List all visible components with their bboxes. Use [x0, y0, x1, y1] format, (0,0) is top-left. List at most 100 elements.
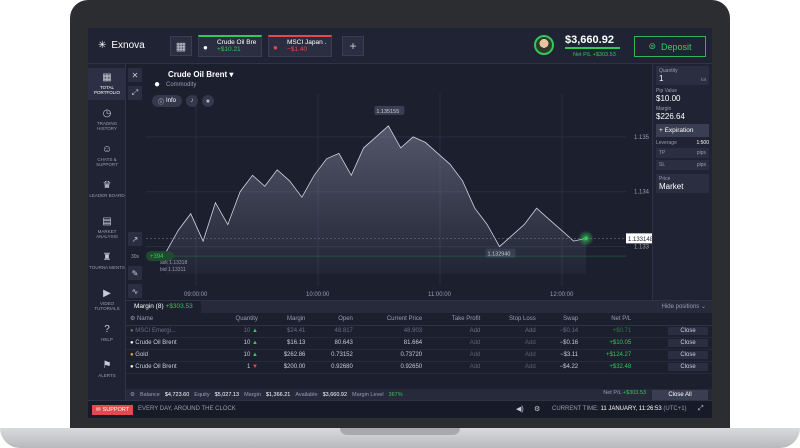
summary-level: 367% [388, 392, 403, 398]
position-pl: +$124.27 [582, 349, 636, 362]
expand-chart-button[interactable]: ⤢ [128, 86, 142, 100]
timeframe-button[interactable]: 30s [128, 250, 142, 264]
top-bar: ✳ Exnova ▦ ● Crude Oil Bre... +$10.21 ● … [88, 28, 712, 64]
support-button[interactable]: ✉ SUPPORT [92, 405, 134, 415]
time-label: CURRENT TIME: [552, 406, 599, 412]
settings-icon[interactable]: ⚙ [130, 392, 135, 398]
sidebar-item-label: VIDEO TUTORIALS [94, 301, 120, 311]
summary-available: $3,660.92 [322, 392, 348, 398]
sound-icon[interactable]: ◀) [516, 405, 524, 413]
net-pl: Net P/L +$303.53 [573, 52, 616, 58]
sidebar-item-help[interactable]: ? HELP [88, 320, 126, 352]
table-row[interactable]: ● Gold 10 ▲ $262.86 0.73152 0.73720 Add Add −$3… [126, 349, 712, 362]
position-name-label: Crude Oil Brent [135, 340, 177, 346]
close-all-button[interactable]: Close All [652, 390, 708, 400]
indicators-button[interactable]: ↗ [128, 232, 142, 246]
sidebar-item-portfolio[interactable]: ▦ TOTAL PORTFOLIO [88, 68, 126, 100]
position-swap: −$0.14 [539, 325, 583, 338]
summary-available-label: Available [295, 392, 318, 398]
close-cell: Close [635, 325, 712, 338]
sidebar-item-history[interactable]: ◷ TRADING HISTORY [88, 104, 126, 136]
close-position-button[interactable]: Close [668, 351, 708, 359]
logo[interactable]: ✳ Exnova [98, 40, 145, 51]
tab-margin-pl: +$303.53 [165, 303, 193, 310]
close-cell: Close [635, 361, 712, 374]
extreme-marker-label: 1.132940 [488, 252, 511, 258]
price-type-select[interactable]: Price Market [656, 174, 709, 193]
quantity-unit: lot [701, 77, 706, 82]
chevron-down-icon: ▾ [229, 70, 234, 79]
chat-icon: ☺ [101, 144, 113, 155]
avatar[interactable] [534, 35, 554, 55]
draw-button[interactable]: ✎ [128, 266, 142, 280]
laptop-notch [340, 428, 460, 435]
asset-tab-crude-oil[interactable]: ● Crude Oil Bre... +$10.21 [198, 35, 262, 57]
position-name: ● Gold [126, 349, 214, 362]
asset-tab-msci-japan[interactable]: ● MSCI Japan ... −$1.40 [268, 35, 332, 57]
stop-loss-field[interactable]: SL pips [656, 160, 709, 170]
x-tick-label: 12:00:00 [550, 292, 574, 298]
expiration-button[interactable]: + Expiration [656, 124, 709, 137]
close-chart-button[interactable]: ✕ [128, 68, 142, 82]
app-screen: ✳ Exnova ▦ ● Crude Oil Bre... +$10.21 ● … [88, 28, 712, 418]
sl-unit: pips [696, 162, 706, 168]
summary-net-value: +$303.53 [622, 390, 646, 396]
table-row[interactable]: ● Crude Oil Brent 1 ▼ $200.00 0.92680 0.9265… [126, 361, 712, 374]
sidebar-item-leaderboard[interactable]: ♛ LEADER BOARD [88, 176, 126, 208]
footer: ✉ SUPPORT EVERY DAY, AROUND THE CLOCK ◀) … [88, 400, 712, 418]
summary-equity-label: Equity [194, 392, 210, 398]
y-tick-label: 1.134 [634, 190, 650, 196]
take-profit-field[interactable]: TP pips [656, 148, 709, 158]
chart-type-button[interactable]: ∿ [128, 284, 142, 298]
add-asset-button[interactable]: + [342, 36, 364, 56]
japan-flag-icon: ● [273, 43, 278, 52]
add-stop-loss[interactable]: Add [484, 325, 540, 338]
info-icon: ⓘ [157, 99, 164, 106]
position-quantity: 1 ▼ [213, 361, 262, 374]
asset-selector[interactable]: Crude Oil Brent ▾ [168, 70, 233, 79]
summary-net-label: Net P/L [603, 390, 622, 396]
sidebar-item-chat[interactable]: ☺ CHATS & SUPPORT [88, 140, 126, 172]
chat-icon: ✉ [96, 407, 101, 413]
deposit-button[interactable]: ⊜ Deposit [634, 36, 706, 57]
sidebar-item-tournaments[interactable]: ♜ TOURNA MENTS [88, 248, 126, 280]
column-header: Net P/L [582, 313, 636, 326]
sidebar-item-video[interactable]: ▶ VIDEO TUTORIALS [88, 284, 126, 316]
position-name: ● MSCI Emergi... [126, 325, 214, 338]
add-stop-loss[interactable]: Add [484, 361, 540, 374]
add-take-profit[interactable]: Add [426, 349, 485, 362]
info-button[interactable]: ⓘ Info [152, 95, 182, 107]
add-stop-loss[interactable]: Add [484, 337, 540, 350]
account-balance[interactable]: $3,660.92 [565, 34, 614, 46]
hide-positions-button[interactable]: Hide positions ⌄ [662, 303, 706, 310]
table-row[interactable]: ● MSCI Emergi... 10 ▲ $24.41 48.817 48.903 Ad… [126, 325, 712, 338]
quantity-field[interactable]: Quantity 1 lot [656, 66, 709, 85]
fullscreen-icon[interactable]: ⤢ [698, 405, 704, 413]
position-quantity: 10 ▲ [213, 349, 262, 362]
star-icon: ★ [205, 98, 211, 105]
close-position-button[interactable]: Close [668, 363, 708, 371]
info-label: Info [166, 98, 177, 104]
tab-margin[interactable]: Margin (8) +$303.53 [126, 301, 201, 313]
add-stop-loss[interactable]: Add [484, 349, 540, 362]
laptop-base [0, 428, 800, 448]
settings-icon[interactable]: ⚙ [534, 405, 540, 413]
portfolio-icon: ▦ [102, 72, 112, 83]
add-take-profit[interactable]: Add [426, 325, 485, 338]
bell-icon: ♪ [190, 98, 194, 104]
sidebar-item-label: TOTAL PORTFOLIO [94, 85, 120, 95]
asset-grid-button[interactable]: ▦ [170, 36, 192, 56]
position-pl: +$0.71 [582, 325, 636, 338]
close-position-button[interactable]: Close [668, 339, 708, 347]
asset-tab-name: MSCI Japan ... [287, 39, 327, 46]
table-row[interactable]: ● Crude Oil Brent 10 ▲ $16.13 80.643 81.664 A… [126, 337, 712, 350]
close-position-button[interactable]: Close [668, 327, 708, 335]
column-header[interactable]: ⚙ Name [126, 313, 214, 326]
sidebar-item-analysis[interactable]: ▤ MARKET ANALYSIS [88, 212, 126, 244]
position-quantity: 10 ▲ [213, 337, 262, 350]
favorite-button[interactable]: ★ [202, 95, 214, 107]
add-take-profit[interactable]: Add [426, 361, 485, 374]
add-take-profit[interactable]: Add [426, 337, 485, 350]
sidebar-item-alerts[interactable]: ⚑ ALERTS [88, 356, 126, 388]
alert-button[interactable]: ♪ [186, 95, 198, 107]
